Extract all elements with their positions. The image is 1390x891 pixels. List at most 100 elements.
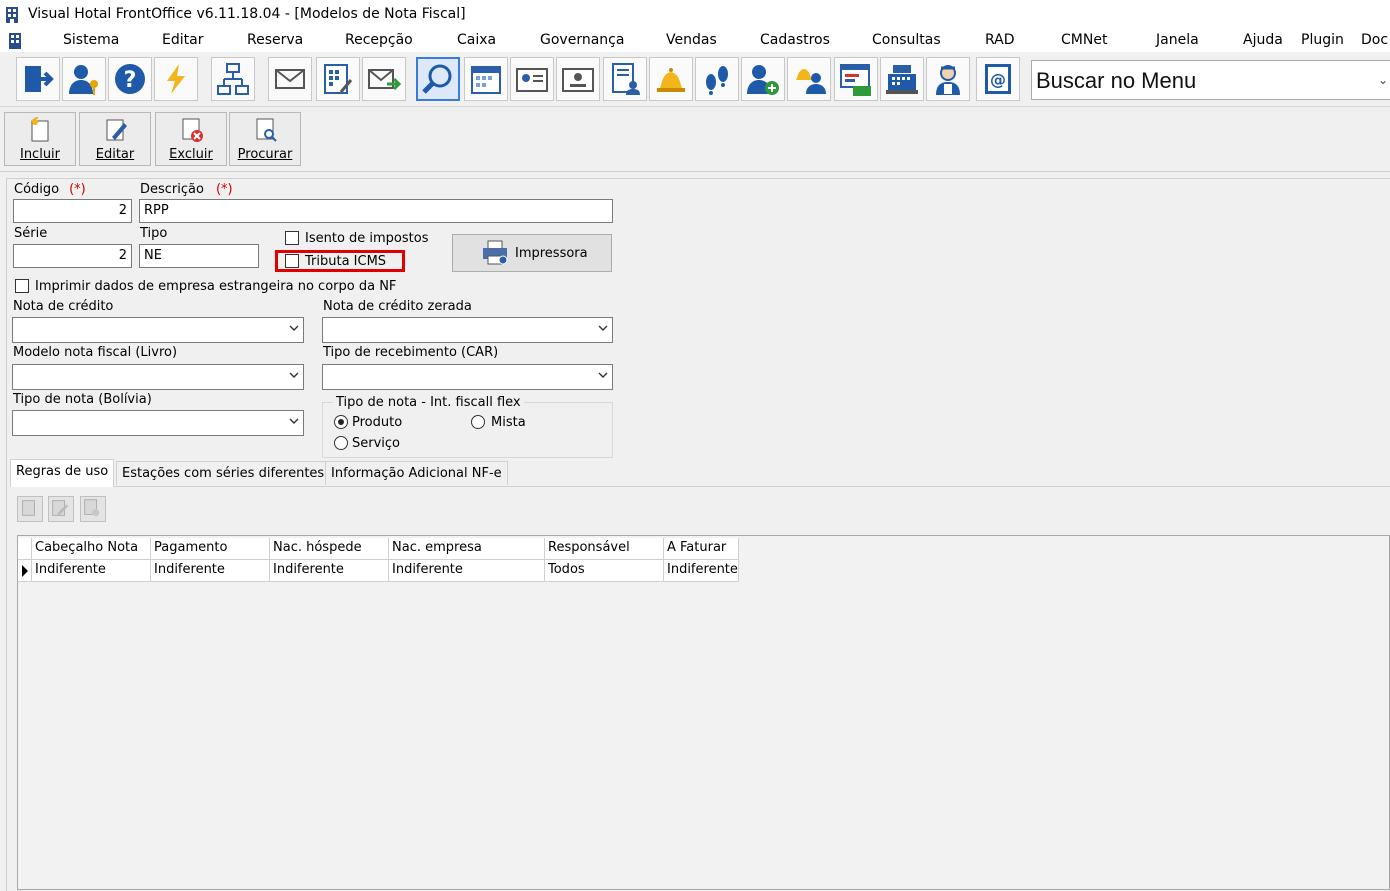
- hotel-app-icon: [6, 7, 18, 23]
- menu-janela[interactable]: Janela: [1156, 32, 1199, 48]
- id-card-icon[interactable]: [510, 57, 554, 101]
- mail-forward-icon[interactable]: [362, 57, 406, 101]
- menu-search-combo[interactable]: Buscar no Menu ⌄: [1031, 60, 1390, 100]
- editar-label: Editar: [95, 147, 135, 162]
- search-document-icon: [256, 118, 277, 142]
- nota-credito-select[interactable]: [12, 317, 304, 343]
- org-chart-icon[interactable]: [211, 57, 255, 101]
- grid-cell[interactable]: Todos: [545, 560, 664, 582]
- report-user-icon[interactable]: [603, 57, 647, 101]
- modelo-nota-label: Modelo nota fiscal (Livro): [13, 345, 178, 360]
- grid-cell[interactable]: Indiferente: [664, 560, 739, 582]
- menu-ajuda[interactable]: Ajuda: [1243, 32, 1283, 48]
- rules-grid[interactable]: [17, 535, 1390, 890]
- descricao-label: Descrição (*): [140, 182, 233, 197]
- menu-bar: Sistema Editar Reserva Recepção Caixa Go…: [0, 30, 1390, 52]
- new-document-icon: [31, 117, 49, 142]
- menu-consultas[interactable]: Consultas: [872, 32, 941, 48]
- excluir-button[interactable]: Excluir: [155, 112, 227, 166]
- grid-header[interactable]: Responsável: [545, 538, 664, 560]
- descricao-field[interactable]: RPP: [139, 199, 613, 223]
- nota-credito-zerada-label: Nota de crédito zerada: [323, 299, 472, 314]
- calculator-doc-icon[interactable]: [316, 57, 360, 101]
- produto-label: Produto: [352, 415, 403, 430]
- grid-header[interactable]: A Faturar: [664, 538, 739, 560]
- grid-cell[interactable]: Indiferente: [32, 560, 151, 582]
- menu-rad[interactable]: RAD: [985, 32, 1015, 48]
- chevron-down-icon: [289, 372, 299, 378]
- produto-radio[interactable]: [334, 415, 348, 429]
- grid-edit-icon[interactable]: [48, 496, 74, 522]
- grid-add-icon[interactable]: [17, 496, 43, 522]
- user-key-icon[interactable]: [62, 57, 106, 101]
- menu-editar[interactable]: Editar: [162, 32, 203, 48]
- footprints-icon[interactable]: [695, 57, 739, 101]
- menu-governanca[interactable]: Governança: [540, 32, 624, 48]
- tipo-field[interactable]: NE: [139, 244, 259, 268]
- search-icon[interactable]: [416, 57, 460, 101]
- grid-header[interactable]: Pagamento: [151, 538, 270, 560]
- tab-estacoes-series[interactable]: Estações com séries diferentes: [116, 461, 331, 485]
- tributa-icms-checkbox[interactable]: [285, 254, 299, 268]
- exit-icon[interactable]: [16, 57, 60, 101]
- mista-radio[interactable]: [471, 415, 485, 429]
- imprimir-estrangeira-label: Imprimir dados de empresa estrangeira no…: [35, 279, 397, 294]
- isento-label: Isento de impostos: [305, 231, 429, 246]
- menu-vendas[interactable]: Vendas: [666, 32, 717, 48]
- imprimir-estrangeira-checkbox[interactable]: [15, 279, 29, 293]
- serie-field[interactable]: 2: [13, 244, 132, 268]
- action-bar: Incluir Editar Excluir Procurar: [0, 107, 1390, 172]
- chart-money-icon[interactable]: [834, 57, 878, 101]
- modelo-nota-select[interactable]: [12, 364, 304, 390]
- add-user-icon[interactable]: [741, 57, 785, 101]
- cash-register-icon[interactable]: [880, 57, 924, 101]
- bell-icon[interactable]: [649, 57, 693, 101]
- calendar-icon[interactable]: [464, 57, 508, 101]
- servico-radio[interactable]: [334, 436, 348, 450]
- title-bar: Visual Hotal FrontOffice v6.11.18.04 - […: [0, 0, 1390, 30]
- menu-cadastros[interactable]: Cadastros: [760, 32, 830, 48]
- email-book-icon[interactable]: @: [976, 57, 1020, 101]
- menu-sistema[interactable]: Sistema: [63, 32, 119, 48]
- tipo-nota-bolivia-label: Tipo de nota (Bolívia): [13, 392, 152, 407]
- tipo-nota-bolivia-select[interactable]: [12, 410, 304, 436]
- tab-informacao-adicional[interactable]: Informação Adicional NF-e: [325, 461, 508, 485]
- tipo-recebimento-select[interactable]: [322, 364, 613, 390]
- mista-label: Mista: [491, 415, 526, 430]
- procurar-button[interactable]: Procurar: [229, 112, 301, 166]
- menu-reserva[interactable]: Reserva: [247, 32, 303, 48]
- grid-cell[interactable]: Indiferente: [389, 560, 545, 582]
- mail-icon[interactable]: [268, 57, 312, 101]
- impressora-button[interactable]: Impressora: [452, 234, 612, 272]
- svg-text:@: @: [990, 70, 1006, 89]
- grid-header[interactable]: Nac. empresa: [389, 538, 545, 560]
- grid-cell[interactable]: Indiferente: [151, 560, 270, 582]
- id-card-alt-icon[interactable]: [556, 57, 600, 101]
- menu-caixa[interactable]: Caixa: [457, 32, 496, 48]
- grid-header[interactable]: Cabeçalho Nota: [32, 538, 151, 560]
- editar-button[interactable]: Editar: [79, 112, 151, 166]
- bell-users-icon[interactable]: [787, 57, 831, 101]
- grid-header[interactable]: Nac. hóspede: [270, 538, 389, 560]
- tipo-label: Tipo: [140, 226, 168, 241]
- isento-checkbox[interactable]: [285, 231, 299, 245]
- menu-doc[interactable]: Doc: [1361, 32, 1388, 48]
- menu-cmnet[interactable]: CMNet: [1061, 32, 1107, 48]
- grid-delete-icon[interactable]: [80, 496, 106, 522]
- tab-regras-de-uso[interactable]: Regras de uso: [10, 459, 115, 487]
- chevron-down-icon[interactable]: ⌄: [1378, 73, 1388, 87]
- menu-plugin[interactable]: Plugin: [1301, 32, 1344, 48]
- hotel-menu-icon[interactable]: [8, 33, 22, 49]
- nota-credito-zerada-select[interactable]: [322, 317, 613, 343]
- impressora-label: Impressora: [515, 246, 588, 261]
- codigo-field[interactable]: 2: [13, 199, 132, 223]
- grid-cell[interactable]: Indiferente: [270, 560, 389, 582]
- menu-recepcao[interactable]: Recepção: [345, 32, 413, 48]
- help-icon[interactable]: ?: [108, 57, 152, 101]
- lightning-icon[interactable]: [154, 57, 198, 101]
- serie-label: Série: [14, 226, 48, 241]
- chevron-down-icon: [289, 418, 299, 424]
- edit-document-icon: [106, 119, 127, 141]
- incluir-button[interactable]: Incluir: [4, 112, 76, 166]
- maid-icon[interactable]: [926, 57, 970, 101]
